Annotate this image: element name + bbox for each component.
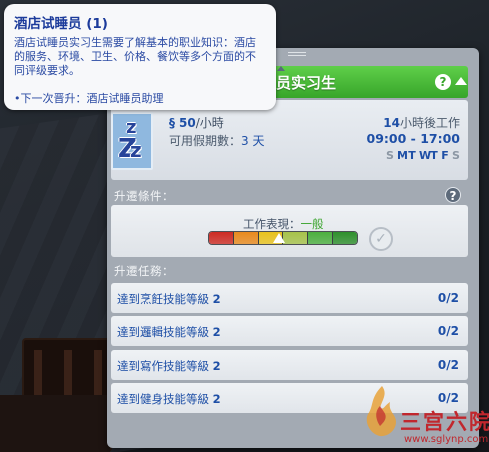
performance-segment <box>209 232 234 244</box>
career-tooltip: 酒店试睡员 (1) 酒店试睡员实习生需要了解基本的职业知识：酒店的服务、环境、卫… <box>4 4 276 110</box>
work-days: SMTWTFS <box>386 149 460 162</box>
checkmark-icon[interactable]: ✓ <box>369 227 393 251</box>
task-row[interactable]: 達到烹飪技能等級 2 0/2 <box>111 283 468 313</box>
tooltip-next-promotion: •下一次晋升：酒店试睡员助理 <box>14 92 164 105</box>
help-icon[interactable]: ? <box>445 187 461 203</box>
hours-until-work: 14小時後工作 <box>383 116 460 130</box>
performance-box: 工作表現：一般 ✓ <box>111 205 468 257</box>
performance-marker-icon <box>272 233 285 243</box>
task-row[interactable]: 達到邏輯技能等級 2 0/2 <box>111 316 468 346</box>
work-schedule: 09:00 - 17:00 <box>366 131 460 146</box>
weekday-letter: S <box>452 149 460 162</box>
tooltip-title: 酒店试睡员 (1) <box>14 16 108 32</box>
weekday-letter: M <box>397 149 408 162</box>
help-icon[interactable]: ? <box>435 74 451 90</box>
task-progress: 0/2 <box>437 291 459 305</box>
task-progress: 0/2 <box>437 324 459 338</box>
weekday-letter: W <box>419 149 432 162</box>
performance-label: 工作表現：一般 <box>243 217 324 231</box>
flame-logo-icon <box>366 386 396 437</box>
today-marker-icon <box>277 66 285 71</box>
pay-rate: § 50/小時 <box>169 116 224 130</box>
weekday-letter: S <box>386 149 394 162</box>
tasks-label: 升遷任務： <box>114 264 174 278</box>
task-row[interactable]: 達到寫作技能等級 2 0/2 <box>111 350 468 380</box>
tooltip-description: 酒店试睡员实习生需要了解基本的职业知识：酒店的服务、环境、卫生、价格、餐饮等多个… <box>14 36 256 77</box>
weekday-letter: T <box>408 149 416 162</box>
watermark: 三宫六院 www.sglynp.com <box>358 380 489 452</box>
simoleon-icon: § <box>169 116 175 130</box>
job-info: Z z z § 50/小時 可用假期數：3 天 14小時後工作 09:00 - 1… <box>111 100 468 180</box>
requirements-label: 升遷條件： <box>114 189 174 203</box>
vacation-days: 可用假期數：3 天 <box>169 134 265 148</box>
watermark-url: www.sglynp.com <box>404 434 489 445</box>
chevron-up-icon[interactable] <box>455 77 467 85</box>
table <box>0 395 110 452</box>
performance-segment <box>308 232 334 244</box>
performance-segment <box>333 232 357 244</box>
drag-handle[interactable] <box>288 52 306 56</box>
sleep-zzz-icon: Z z z <box>111 112 153 170</box>
watermark-name: 三宫六院 <box>400 409 489 434</box>
performance-segment <box>233 232 259 244</box>
task-progress: 0/2 <box>437 358 459 372</box>
weekday-letter: T <box>430 149 438 162</box>
performance-segment <box>283 232 309 244</box>
weekday-letter: F <box>441 149 449 162</box>
